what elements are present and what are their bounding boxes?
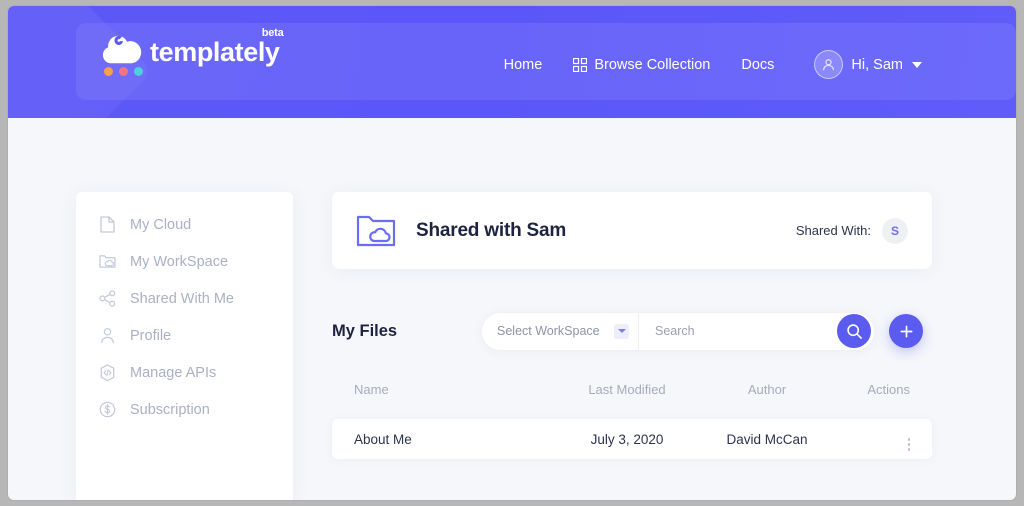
search-icon bbox=[846, 323, 863, 340]
sidebar-item-my-cloud-label: My Cloud bbox=[130, 216, 192, 233]
chevron-down-icon bbox=[614, 323, 629, 339]
table-row[interactable]: About Me July 3, 2020 David McCan bbox=[332, 419, 932, 459]
sidebar-item-shared-with-me-label: Shared With Me bbox=[130, 290, 234, 307]
main-nav: Home Browse Collection Docs Hi, Sam bbox=[504, 50, 922, 79]
file-last-modified: July 3, 2020 bbox=[590, 431, 664, 447]
logo-dot-pink bbox=[119, 67, 128, 76]
logo-wordmark: templately bbox=[150, 37, 280, 67]
sidebar-item-my-workspace-label: My WorkSpace bbox=[130, 253, 229, 270]
folder-cloud-icon bbox=[356, 214, 396, 248]
shared-with-group: Shared With: S bbox=[795, 217, 908, 244]
nav-item-home[interactable]: Home bbox=[504, 57, 543, 73]
shared-with-avatar[interactable]: S bbox=[882, 217, 908, 244]
sidebar-item-my-workspace[interactable]: My WorkSpace bbox=[76, 243, 293, 280]
logo-dot-orange bbox=[104, 67, 113, 76]
sidebar-item-manage-apis-label: Manage APIs bbox=[130, 364, 217, 381]
logo-wordmark-wrap: templately beta bbox=[150, 27, 284, 67]
add-button[interactable] bbox=[889, 314, 923, 348]
document-icon bbox=[98, 216, 116, 234]
column-header-name: Name bbox=[354, 381, 389, 397]
more-vertical-icon[interactable] bbox=[907, 438, 910, 451]
column-header-author: Author bbox=[747, 381, 787, 397]
row-actions bbox=[832, 428, 910, 451]
workspace-select-value: Select WorkSpace bbox=[497, 324, 600, 338]
cloud-icon bbox=[102, 35, 142, 64]
shared-folder-card: Shared with Sam Shared With: S bbox=[332, 192, 932, 269]
nav-item-browse-collection[interactable]: Browse Collection bbox=[573, 57, 710, 73]
file-name: About Me bbox=[354, 431, 412, 447]
logo-dots bbox=[104, 67, 143, 76]
file-author: David McCan bbox=[726, 431, 808, 447]
sidebar-item-my-cloud[interactable]: My Cloud bbox=[76, 206, 293, 243]
sidebar-item-profile[interactable]: Profile bbox=[76, 317, 293, 354]
workspace-select[interactable]: Select WorkSpace bbox=[482, 312, 639, 350]
files-title: My Files bbox=[332, 321, 398, 340]
logo-dot-cyan bbox=[134, 67, 143, 76]
hexagon-code-icon bbox=[98, 363, 116, 382]
sidebar-item-profile-label: Profile bbox=[130, 327, 172, 344]
folder-cloud-icon bbox=[98, 253, 116, 271]
logo-mark bbox=[100, 34, 144, 80]
chevron-down-icon bbox=[912, 61, 922, 68]
files-table: Name Last Modified Author Actions About … bbox=[332, 375, 932, 459]
nav-item-home-label: Home bbox=[503, 56, 543, 73]
user-greeting: Hi, Sam bbox=[851, 56, 903, 73]
user-icon bbox=[98, 327, 116, 345]
app-window: templately beta Home Browse Collection D… bbox=[8, 6, 1016, 500]
dollar-circle-icon bbox=[98, 401, 116, 419]
main-content: Shared with Sam Shared With: S My Files … bbox=[332, 192, 932, 459]
nav-item-browse-collection-label: Browse Collection bbox=[594, 56, 711, 73]
shared-with-label: Shared With: bbox=[795, 223, 871, 238]
sidebar-item-subscription-label: Subscription bbox=[130, 401, 210, 418]
app-header: templately beta Home Browse Collection D… bbox=[8, 6, 1016, 118]
shared-folder-title: Shared with Sam bbox=[416, 219, 567, 241]
sidebar-item-manage-apis[interactable]: Manage APIs bbox=[76, 354, 293, 391]
sidebar-item-shared-with-me[interactable]: Shared With Me bbox=[76, 280, 293, 317]
nav-item-docs-label: Docs bbox=[741, 56, 775, 73]
user-menu[interactable]: Hi, Sam bbox=[814, 50, 922, 79]
files-toolbar: My Files Select WorkSpace bbox=[332, 311, 932, 351]
nav-item-docs[interactable]: Docs bbox=[741, 57, 774, 73]
grid-icon bbox=[573, 57, 588, 72]
brand-logo[interactable]: templately beta bbox=[100, 27, 284, 80]
column-header-actions: Actions bbox=[867, 381, 910, 397]
search-button[interactable] bbox=[837, 314, 871, 348]
search-input[interactable] bbox=[653, 323, 807, 339]
search-bar: Select WorkSpace bbox=[482, 312, 874, 350]
share-icon bbox=[98, 290, 116, 308]
user-avatar-icon bbox=[814, 50, 844, 79]
beta-badge: beta bbox=[261, 27, 284, 39]
plus-icon bbox=[899, 324, 914, 339]
sidebar: My Cloud My WorkSpace Shared With Me Pro… bbox=[76, 192, 293, 500]
table-header-row: Name Last Modified Author Actions bbox=[332, 375, 932, 403]
sidebar-item-subscription[interactable]: Subscription bbox=[76, 391, 293, 428]
column-header-last-modified: Last Modified bbox=[588, 381, 666, 397]
